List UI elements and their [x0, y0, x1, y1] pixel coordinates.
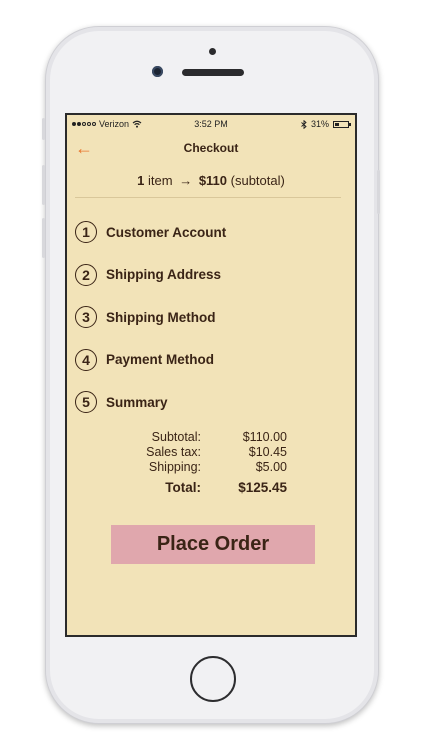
item-count: 1	[137, 173, 145, 188]
shipping-value: $5.00	[255, 460, 287, 474]
step-shipping-method[interactable]: 3 Shipping Method	[75, 296, 345, 339]
divider	[75, 197, 341, 198]
subtotal-row: Subtotal: $110.00	[127, 430, 287, 445]
step-payment-method[interactable]: 4 Payment Method	[75, 339, 345, 382]
step-summary[interactable]: 5 Summary	[75, 381, 345, 424]
shipping-row: Shipping: $5.00	[127, 460, 287, 475]
subtotal-value: $110.00	[242, 430, 287, 444]
place-order-button[interactable]: Place Order	[111, 525, 315, 564]
step-customer-account[interactable]: 1 Customer Account	[75, 211, 345, 254]
arrow-right-icon: →	[179, 173, 193, 188]
subtotal-label: Subtotal:	[151, 430, 201, 444]
step-label: Customer Account	[106, 224, 227, 240]
step-shipping-address[interactable]: 2 Shipping Address	[75, 254, 345, 297]
sales-tax-value: $10.45	[248, 445, 287, 459]
step-number-badge: 1	[75, 221, 97, 244]
total-value: $125.45	[238, 480, 287, 495]
mute-switch	[42, 118, 45, 140]
sales-tax-label: Sales tax:	[146, 445, 201, 459]
sensor-dot	[209, 48, 216, 55]
volume-down-button	[42, 218, 45, 258]
item-word: item	[148, 173, 173, 188]
earpiece-speaker	[182, 69, 244, 76]
bluetooth-icon	[301, 119, 307, 129]
front-camera	[152, 66, 163, 77]
subtotal-suffix: (subtotal)	[230, 173, 285, 188]
step-label: Payment Method	[106, 352, 215, 368]
checkout-steps: 1 Customer Account 2 Shipping Address 3 …	[75, 211, 345, 424]
home-button[interactable]	[190, 656, 236, 702]
cart-summary: 1 item → $110 (subtotal)	[67, 173, 355, 188]
power-button	[377, 170, 380, 214]
navigation-bar: ← Checkout	[67, 137, 355, 159]
step-number-badge: 5	[75, 391, 97, 414]
app-screen: Verizon 3:52 PM 31% ← Checkout 1 item → …	[65, 113, 357, 637]
step-number-badge: 2	[75, 263, 97, 286]
sales-tax-row: Sales tax: $10.45	[127, 445, 287, 460]
battery-icon	[333, 120, 351, 128]
subtotal-amount: $110	[198, 173, 228, 188]
shipping-label: Shipping:	[148, 460, 201, 474]
status-bar: Verizon 3:52 PM 31%	[67, 115, 355, 133]
step-number-badge: 4	[75, 348, 97, 371]
step-label: Shipping Method	[106, 309, 216, 325]
total-row: Total: $125.45	[127, 480, 287, 495]
step-label: Summary	[106, 394, 168, 410]
total-label: Total:	[165, 480, 201, 495]
step-label: Shipping Address	[106, 267, 222, 283]
battery-percent: 31%	[310, 119, 329, 129]
step-number-badge: 3	[75, 306, 97, 329]
page-title: Checkout	[183, 141, 239, 155]
volume-up-button	[42, 165, 45, 205]
order-totals: Subtotal: $110.00 Sales tax: $10.45 Ship…	[127, 430, 287, 495]
